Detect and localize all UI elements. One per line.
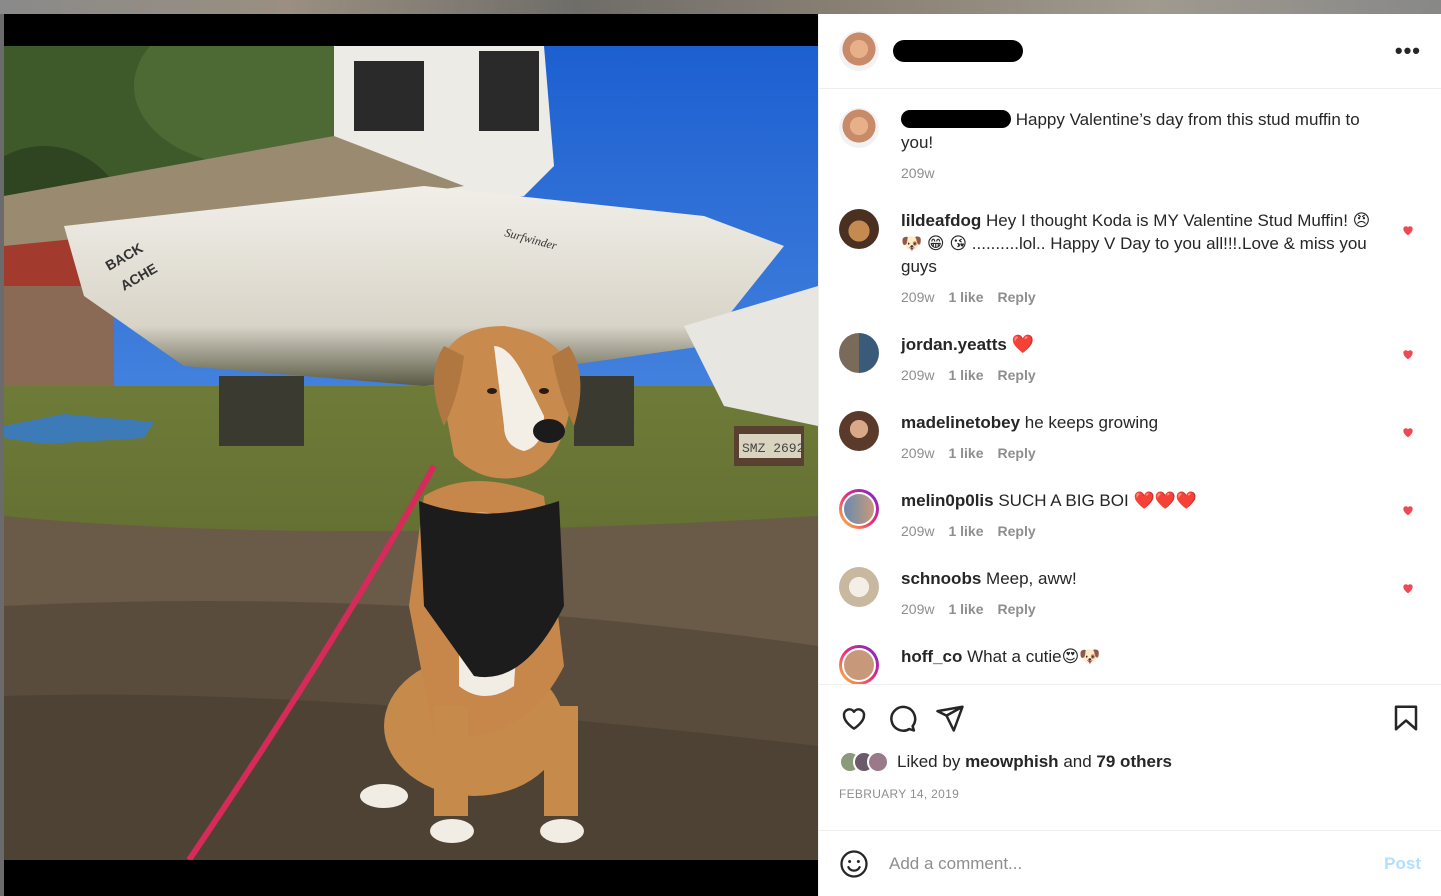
comment-item: lildeafdog Hey I thought Koda is MY Vale… [839, 209, 1421, 309]
comment-text: ❤️ [1011, 334, 1034, 354]
liked-by-others[interactable]: 79 others [1096, 752, 1172, 772]
comment-input[interactable] [889, 853, 1385, 874]
save-bookmark-icon[interactable] [1391, 703, 1421, 733]
caption: Happy Valentine’s day from this stud muf… [839, 108, 1421, 185]
comment-text: SUCH A BIG BOI ❤️❤️❤️ [998, 491, 1197, 510]
post-dialog: BACK ACHE Surfwinder SMZ 2692 ••• Happy … [4, 14, 1441, 896]
dog-photo-illustration: BACK ACHE Surfwinder SMZ 2692 [4, 46, 818, 860]
comment-item: melin0p0lis SUCH A BIG BOI ❤️❤️❤️ 209w 1… [839, 489, 1421, 543]
commenter-avatar[interactable] [839, 209, 879, 249]
commenter-avatar[interactable] [839, 411, 879, 451]
action-icons-row [839, 701, 1421, 735]
comment-like-heart-icon[interactable] [1401, 503, 1415, 517]
liked-by-prefix: Liked by [897, 752, 961, 771]
comment-time[interactable]: 209w [901, 598, 934, 621]
comment-time[interactable]: 209w [901, 364, 934, 387]
comment-like-heart-icon[interactable] [1401, 425, 1415, 439]
reply-button[interactable]: Reply [998, 364, 1036, 387]
comment-like-heart-icon[interactable] [1401, 581, 1415, 595]
comment-time[interactable]: 209w [901, 286, 934, 309]
liker-avatar [867, 751, 889, 773]
more-options-icon[interactable]: ••• [1395, 38, 1421, 64]
comment-username[interactable]: madelinetobey [901, 413, 1020, 432]
comment-item: jordan.yeatts ❤️ 209w 1 like Reply [839, 333, 1421, 387]
comment-likes[interactable]: 1 like [948, 442, 983, 465]
like-heart-icon[interactable] [839, 703, 869, 733]
post-side-panel: ••• Happy Valentine’s day from this stud… [818, 14, 1441, 896]
background-strip [0, 0, 1441, 14]
reply-button[interactable]: Reply [998, 442, 1036, 465]
redacted-username [893, 40, 1023, 62]
comments-list[interactable]: Happy Valentine’s day from this stud muf… [819, 90, 1441, 684]
reply-button[interactable]: Reply [998, 598, 1036, 621]
redacted-username [901, 110, 1011, 128]
share-paper-plane-icon[interactable] [935, 703, 965, 733]
comment-like-heart-icon[interactable] [1401, 347, 1415, 361]
comment-item: hoff_co What a cutie😍🐶 [839, 645, 1421, 684]
author-avatar[interactable] [839, 31, 879, 71]
comment-username[interactable]: melin0p0lis [901, 491, 994, 510]
liked-by-and: and [1063, 752, 1092, 771]
liked-by-row: Liked by meowphish and 79 others [839, 751, 1421, 773]
commenter-avatar[interactable] [839, 333, 879, 373]
comment-likes[interactable]: 1 like [948, 364, 983, 387]
author-avatar[interactable] [839, 108, 879, 148]
comment-username[interactable]: schnoobs [901, 569, 981, 588]
license-plate-text: SMZ 2692 [742, 441, 804, 456]
comment-time[interactable]: 209w [901, 520, 934, 543]
post-photo[interactable]: BACK ACHE Surfwinder SMZ 2692 [4, 46, 818, 860]
commenter-avatar-story[interactable] [839, 489, 879, 529]
comment-item: madelinetobey he keeps growing 209w 1 li… [839, 411, 1421, 465]
caption-time[interactable]: 209w [901, 162, 934, 185]
comment-username[interactable]: lildeafdog [901, 211, 981, 230]
post-header: ••• [819, 14, 1441, 89]
comment-text: he keeps growing [1024, 413, 1159, 432]
post-date[interactable]: FEBRUARY 14, 2019 [839, 787, 1421, 801]
comment-username[interactable]: hoff_co [901, 647, 962, 666]
comment-likes[interactable]: 1 like [948, 286, 983, 309]
post-comment-button[interactable]: Post [1384, 854, 1421, 874]
comment-likes[interactable]: 1 like [948, 520, 983, 543]
comment-likes[interactable]: 1 like [948, 598, 983, 621]
commenter-avatar-story[interactable] [839, 645, 879, 684]
reply-button[interactable]: Reply [998, 520, 1036, 543]
emoji-icon[interactable] [839, 849, 869, 879]
comment-text: Meep, aww! [986, 569, 1077, 588]
comment-text: What a cutie😍🐶 [967, 647, 1101, 666]
commenter-avatar[interactable] [839, 567, 879, 607]
comment-time[interactable]: 209w [901, 442, 934, 465]
liked-by-user[interactable]: meowphish [965, 752, 1059, 772]
comment-username[interactable]: jordan.yeatts [901, 335, 1007, 354]
post-actions: Liked by meowphish and 79 others FEBRUAR… [819, 684, 1441, 801]
comment-item: schnoobs Meep, aww! 209w 1 like Reply [839, 567, 1421, 621]
reply-button[interactable]: Reply [998, 286, 1036, 309]
comment-bubble-icon[interactable] [887, 703, 917, 733]
comment-like-heart-icon[interactable] [1401, 223, 1415, 237]
add-comment-bar: Post [819, 830, 1441, 896]
post-media: BACK ACHE Surfwinder SMZ 2692 [4, 14, 818, 896]
